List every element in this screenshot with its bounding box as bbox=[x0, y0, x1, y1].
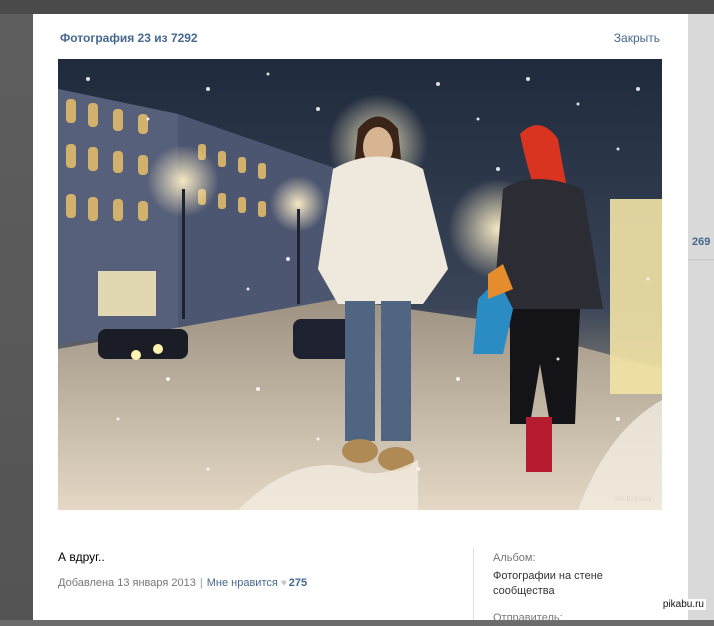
sender-label: Отправитель: bbox=[493, 612, 563, 624]
background-right-page: 269 bbox=[688, 14, 714, 620]
album-link[interactable]: Фотографии на стене сообщества bbox=[493, 569, 633, 599]
photo-viewer-modal: Фотография 23 из 7292 Закрыть SN-BIRSAN … bbox=[33, 14, 688, 624]
close-button[interactable]: Закрыть bbox=[614, 31, 660, 45]
photo-meta: Добавлена 13 января 2013 | Мне нравится ♥ 27… bbox=[58, 577, 307, 589]
photo-caption: А вдруг.. bbox=[58, 550, 105, 564]
site-watermark: pikabu.ru bbox=[660, 599, 706, 610]
info-divider bbox=[473, 548, 474, 620]
background-divider bbox=[688, 259, 714, 260]
like-button[interactable]: Мне нравится bbox=[207, 577, 278, 589]
background-count: 269 bbox=[692, 236, 711, 248]
meta-separator: | bbox=[199, 577, 203, 589]
heart-icon[interactable]: ♥ bbox=[281, 578, 287, 589]
album-label: Альбом: bbox=[493, 552, 536, 564]
photo-watermark: SN-BIRSAN bbox=[614, 497, 652, 503]
photo-illustration bbox=[58, 59, 662, 510]
like-count[interactable]: 275 bbox=[289, 577, 307, 589]
photo-info-sidebar: Альбом: Фотографии на стене сообщества О… bbox=[493, 551, 633, 626]
photo-counter-title: Фотография 23 из 7292 bbox=[60, 31, 198, 45]
added-date: Добавлена 13 января 2013 bbox=[58, 577, 196, 589]
background-left-overlay bbox=[0, 14, 33, 620]
photo-image[interactable]: SN-BIRSAN bbox=[58, 59, 662, 510]
background-top-strip bbox=[0, 0, 714, 14]
